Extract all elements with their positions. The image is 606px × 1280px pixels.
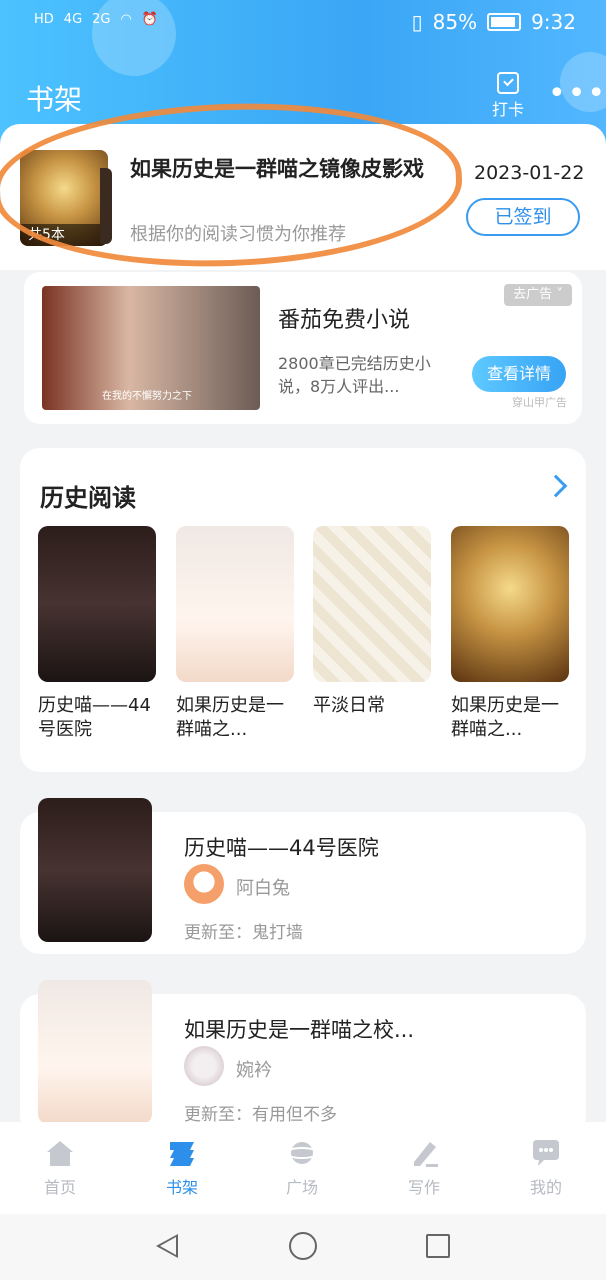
signal-2g-icon: 2G xyxy=(92,12,111,27)
checkin-label: 打卡 xyxy=(491,100,524,119)
battery-icon xyxy=(487,13,522,31)
ad-description: 2800章已完结历史小说，8万人评出... xyxy=(278,354,431,396)
pen-icon xyxy=(408,1138,440,1168)
book-name: 如果历史是一群喵之... xyxy=(176,695,284,740)
history-book[interactable]: 如果历史是一群喵之... xyxy=(451,526,569,742)
signed-in-button[interactable]: 已签到 xyxy=(466,198,580,236)
wifi-icon: ◠ xyxy=(120,12,132,27)
signal-4g-icon: 4G xyxy=(63,12,83,27)
hd-indicator: HD xyxy=(34,12,54,27)
clock-time: 9:32 xyxy=(531,10,576,34)
ad-source-label: 穿山甲广告 xyxy=(512,396,567,409)
tab-square[interactable]: 广场 xyxy=(262,1138,342,1198)
battery-percent: 85% xyxy=(432,10,478,34)
ad-card[interactable]: 在我的不懈努力之下 番茄免费小说 2800章已完结历史小说，8万人评出... 去… xyxy=(24,272,582,424)
shelf-item-title[interactable]: 如果历史是一群喵之校... xyxy=(184,1014,414,1044)
ad-thumbnail-caption: 在我的不懈努力之下 xyxy=(102,391,192,402)
book-cover[interactable] xyxy=(176,526,294,682)
history-book[interactable]: 如果历史是一群喵之... xyxy=(176,526,294,742)
view-details-button[interactable]: 查看详情 xyxy=(472,356,566,392)
back-icon[interactable] xyxy=(156,1234,178,1258)
bookshelf-icon xyxy=(166,1138,198,1168)
alarm-icon: ⏰ xyxy=(141,12,159,27)
author-name: 阿白兔 xyxy=(236,878,290,899)
history-book[interactable]: 历史喵——44号医院 xyxy=(38,526,156,742)
author-avatar xyxy=(184,1046,224,1086)
history-reading-section: 历史阅读 历史喵——44号医院 如果历史是一群喵之... 平淡日常 如果历史是一… xyxy=(20,448,586,772)
planet-icon xyxy=(285,1138,319,1168)
ad-title[interactable]: 番茄免费小说 xyxy=(278,302,410,334)
tab-mine[interactable]: 我的 xyxy=(506,1138,586,1198)
page-title: 书架 xyxy=(26,83,83,116)
remove-ad-label: 去广告 xyxy=(513,287,553,302)
book-name: 平淡日常 xyxy=(313,695,385,716)
author-name: 婉衿 xyxy=(236,1060,272,1081)
author-avatar xyxy=(184,864,224,904)
status-right: ▯ 85% 9:32 xyxy=(412,10,576,34)
section-title: 历史阅读 xyxy=(40,484,136,512)
system-nav-bar xyxy=(0,1214,606,1280)
tab-label: 书架 xyxy=(165,1178,198,1197)
book-cover[interactable] xyxy=(38,526,156,682)
book-name: 历史喵——44号医院 xyxy=(38,695,151,740)
book-cover[interactable] xyxy=(451,526,569,682)
tab-home[interactable]: 首页 xyxy=(20,1138,100,1198)
history-book[interactable]: 平淡日常 xyxy=(313,526,431,718)
tab-write[interactable]: 写作 xyxy=(384,1138,464,1198)
tab-label: 首页 xyxy=(43,1178,76,1197)
status-left: HD 4G 2G ◠ ⏰ xyxy=(34,12,158,27)
more-dots-icon[interactable]: ••• xyxy=(548,76,606,111)
status-bar: HD 4G 2G ◠ ⏰ ▯ 85% 9:32 xyxy=(0,0,606,46)
shelf-item-cover[interactable] xyxy=(38,980,152,1124)
tab-bookshelf[interactable]: 书架 xyxy=(142,1138,222,1198)
calendar-check-icon xyxy=(497,72,519,94)
shelf-item[interactable]: 历史喵——44号医院 阿白兔 更新至：鬼打墙 xyxy=(20,798,586,954)
remove-ad-button[interactable]: 去广告 ˅ xyxy=(504,284,572,306)
vibrate-icon: ▯ xyxy=(411,10,423,34)
ad-thumbnail[interactable]: 在我的不懈努力之下 xyxy=(42,286,260,410)
chevron-right-icon[interactable] xyxy=(544,474,568,498)
recent-apps-icon[interactable] xyxy=(426,1234,450,1258)
home-circle-icon[interactable] xyxy=(289,1232,317,1260)
tab-label: 写作 xyxy=(407,1178,440,1197)
update-status: 更新至：鬼打墙 xyxy=(184,923,303,943)
chat-bubble-icon xyxy=(530,1138,562,1168)
bottom-tab-bar: 首页 书架 广场 写作 我的 xyxy=(0,1122,606,1214)
book-cover[interactable] xyxy=(313,526,431,682)
shelf-item[interactable]: 如果历史是一群喵之校... 婉衿 更新至：有用但不多 xyxy=(20,980,586,1136)
shelf-item-title[interactable]: 历史喵——44号医院 xyxy=(184,832,379,862)
tab-label: 广场 xyxy=(285,1178,318,1197)
checkin-date: 2023-01-22 xyxy=(474,162,585,184)
checkin-button[interactable]: 打卡 xyxy=(488,70,528,120)
shelf-item-cover[interactable] xyxy=(38,798,152,942)
home-icon xyxy=(44,1138,76,1168)
book-name: 如果历史是一群喵之... xyxy=(451,695,559,740)
tab-label: 我的 xyxy=(529,1178,562,1197)
